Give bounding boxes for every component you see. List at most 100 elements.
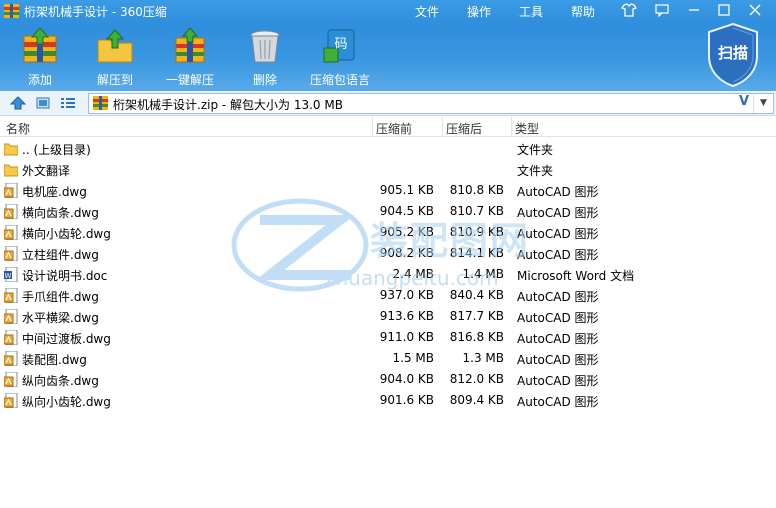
file-name: 装配图.dwg bbox=[22, 353, 87, 367]
minimize-icon[interactable] bbox=[686, 3, 702, 17]
file-row[interactable]: 装配图.dwg 1.5 MB 1.3 MB AutoCAD 图形 bbox=[0, 348, 776, 369]
chevron-down-icon[interactable]: ▼ bbox=[753, 94, 773, 113]
file-row[interactable]: 立柱组件.dwg 908.2 KB 814.1 KB AutoCAD 图形 bbox=[0, 243, 776, 264]
one-click-extract-label: 一键解压 bbox=[165, 73, 214, 87]
file-type: AutoCAD 图形 bbox=[517, 395, 599, 409]
file-type: AutoCAD 图形 bbox=[517, 353, 599, 367]
archive-language-button[interactable]: 码 压缩包语言 bbox=[308, 28, 372, 88]
address-text: 桁架机械手设计.zip - 解包大小为 13.0 MB bbox=[113, 98, 343, 112]
folder-icon bbox=[4, 164, 18, 177]
file-type: AutoCAD 图形 bbox=[517, 248, 599, 262]
file-name: .. (上级目录) bbox=[22, 143, 91, 157]
file-size-before: 904.5 KB bbox=[379, 204, 434, 218]
file-type: 文件夹 bbox=[517, 143, 554, 157]
maximize-icon[interactable] bbox=[716, 3, 732, 17]
column-after[interactable]: 压缩后 bbox=[446, 120, 482, 137]
list-view-icon[interactable] bbox=[60, 95, 76, 111]
list-header: 名称 压缩前 压缩后 类型 bbox=[0, 117, 776, 137]
delete-label: 删除 bbox=[252, 73, 277, 87]
title-bar: 桁架机械手设计 - 360压缩 文件 操作 工具 帮助 bbox=[0, 0, 776, 22]
file-size-after: 816.8 KB bbox=[449, 330, 504, 344]
column-before[interactable]: 压缩前 bbox=[376, 120, 412, 137]
file-size-before: 2.4 MB bbox=[392, 267, 434, 281]
language-badge: 码 bbox=[334, 37, 347, 52]
file-type: AutoCAD 图形 bbox=[517, 311, 599, 325]
address-row: 桁架机械手设计.zip - 解包大小为 13.0 MB V ▼ bbox=[0, 91, 776, 116]
menu-operate[interactable]: 操作 bbox=[467, 3, 491, 20]
file-type: AutoCAD 图形 bbox=[517, 374, 599, 388]
file-size-after: 812.0 KB bbox=[449, 372, 504, 386]
file-size-before: 908.2 KB bbox=[379, 246, 434, 260]
svg-text:W: W bbox=[5, 272, 12, 280]
one-click-extract-button[interactable]: 一键解压 bbox=[158, 27, 222, 88]
file-name: 水平横梁.dwg bbox=[22, 311, 99, 325]
file-size-before: 937.0 KB bbox=[379, 288, 434, 302]
column-separator[interactable] bbox=[442, 117, 443, 137]
column-separator[interactable] bbox=[372, 117, 373, 137]
file-type: Microsoft Word 文档 bbox=[517, 269, 635, 283]
file-row[interactable]: 横向齿条.dwg 904.5 KB 810.7 KB AutoCAD 图形 bbox=[0, 201, 776, 222]
skin-icon[interactable] bbox=[621, 3, 637, 17]
dwg-file-icon bbox=[4, 225, 18, 240]
column-separator[interactable] bbox=[511, 117, 512, 137]
column-name[interactable]: 名称 bbox=[6, 120, 30, 137]
file-name: 立柱组件.dwg bbox=[22, 248, 99, 262]
column-type[interactable]: 类型 bbox=[515, 120, 539, 137]
file-size-after: 840.4 KB bbox=[449, 288, 504, 302]
file-size-before: 1.5 MB bbox=[392, 351, 434, 365]
archive-language-icon: 码 bbox=[323, 29, 355, 63]
file-row[interactable]: 纵向齿条.dwg 904.0 KB 812.0 KB AutoCAD 图形 bbox=[0, 369, 776, 390]
file-row[interactable]: 电机座.dwg 905.1 KB 810.8 KB AutoCAD 图形 bbox=[0, 180, 776, 201]
file-size-before: 905.1 KB bbox=[379, 183, 434, 197]
file-row[interactable]: 纵向小齿轮.dwg 901.6 KB 809.4 KB AutoCAD 图形 bbox=[0, 390, 776, 411]
file-row[interactable]: .. (上级目录) 文件夹 bbox=[0, 138, 776, 159]
file-row[interactable]: W 设计说明书.doc 2.4 MB 1.4 MB Microsoft Word 文档 bbox=[0, 264, 776, 285]
extract-to-button[interactable]: 解压到 bbox=[83, 28, 147, 88]
menu-file[interactable]: 文件 bbox=[415, 3, 439, 20]
dwg-file-icon bbox=[4, 183, 18, 198]
feedback-icon[interactable] bbox=[654, 3, 670, 17]
file-size-after: 809.4 KB bbox=[449, 393, 504, 407]
large-icon-view-icon[interactable] bbox=[35, 95, 51, 111]
menu-tools[interactable]: 工具 bbox=[519, 3, 543, 20]
close-icon[interactable] bbox=[747, 3, 763, 17]
file-size-after: 817.7 KB bbox=[449, 309, 504, 323]
file-size-after: 814.1 KB bbox=[449, 246, 504, 260]
address-bar[interactable]: 桁架机械手设计.zip - 解包大小为 13.0 MB V ▼ bbox=[88, 93, 774, 114]
file-type: AutoCAD 图形 bbox=[517, 227, 599, 241]
add-label: 添加 bbox=[27, 73, 52, 87]
file-name: 纵向小齿轮.dwg bbox=[22, 395, 111, 409]
folder-icon bbox=[4, 143, 18, 156]
app-logo-icon bbox=[4, 4, 19, 18]
file-type: AutoCAD 图形 bbox=[517, 332, 599, 346]
file-name: 中间过渡板.dwg bbox=[22, 332, 111, 346]
address-v-button[interactable]: V bbox=[739, 94, 749, 109]
file-row[interactable]: 横向小齿轮.dwg 905.2 KB 810.9 KB AutoCAD 图形 bbox=[0, 222, 776, 243]
file-name: 纵向齿条.dwg bbox=[22, 374, 99, 388]
file-name: 电机座.dwg bbox=[22, 185, 87, 199]
file-type: AutoCAD 图形 bbox=[517, 206, 599, 220]
delete-button[interactable]: 删除 bbox=[233, 28, 297, 88]
dwg-file-icon bbox=[4, 351, 18, 366]
file-type: AutoCAD 图形 bbox=[517, 185, 599, 199]
add-button[interactable]: 添加 bbox=[8, 27, 72, 88]
scan-label: 扫描 bbox=[717, 44, 748, 62]
menu-help[interactable]: 帮助 bbox=[571, 3, 595, 20]
file-size-after: 1.4 MB bbox=[462, 267, 504, 281]
file-row[interactable]: 中间过渡板.dwg 911.0 KB 816.8 KB AutoCAD 图形 bbox=[0, 327, 776, 348]
file-row[interactable]: 水平横梁.dwg 913.6 KB 817.7 KB AutoCAD 图形 bbox=[0, 306, 776, 327]
file-row[interactable]: 外文翻译 文件夹 bbox=[0, 159, 776, 180]
extract-to-icon bbox=[97, 29, 133, 63]
file-row[interactable]: 手爪组件.dwg 937.0 KB 840.4 KB AutoCAD 图形 bbox=[0, 285, 776, 306]
file-name: 手爪组件.dwg bbox=[22, 290, 99, 304]
file-type: 文件夹 bbox=[517, 164, 554, 178]
archive-language-label: 压缩包语言 bbox=[309, 73, 370, 87]
scan-button[interactable]: 扫描 bbox=[705, 22, 761, 88]
zip-archive-icon bbox=[93, 96, 108, 110]
dwg-file-icon bbox=[4, 246, 18, 261]
up-arrow-icon[interactable] bbox=[10, 95, 26, 111]
one-click-extract-icon bbox=[175, 27, 205, 63]
file-size-before: 904.0 KB bbox=[379, 372, 434, 386]
file-size-before: 911.0 KB bbox=[379, 330, 434, 344]
file-size-after: 810.9 KB bbox=[449, 225, 504, 239]
